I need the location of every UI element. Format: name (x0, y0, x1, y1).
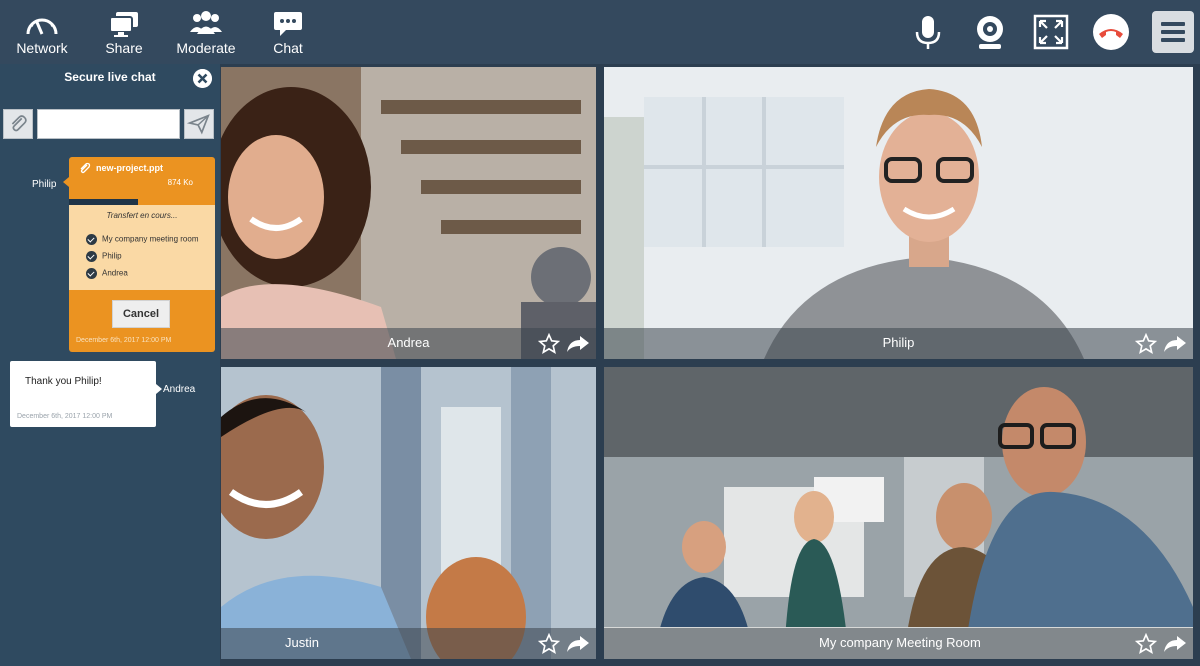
participant-video (221, 367, 596, 659)
recipient-item: My company meeting room (86, 234, 198, 245)
transfer-details: Transfert en cours... My company meeting… (69, 205, 215, 290)
message-timestamp: December 6th, 2017 12:00 PM (17, 413, 113, 420)
forward-arrow-icon[interactable] (1163, 334, 1187, 354)
chat-button[interactable]: Chat (263, 0, 313, 64)
send-icon (186, 114, 210, 135)
check-icon (86, 268, 97, 279)
message-sender: Andrea (163, 384, 196, 395)
paperclip-icon (11, 115, 27, 132)
top-toolbar: Network Share Moderate Chat (0, 0, 1200, 64)
message-sender: Philip (32, 179, 57, 190)
chat-bubble-icon (274, 12, 302, 36)
tile-caption: Philip (604, 328, 1193, 359)
star-icon[interactable] (1135, 333, 1157, 355)
network-label: Network (16, 40, 68, 56)
star-icon[interactable] (1135, 633, 1157, 655)
star-icon[interactable] (538, 633, 560, 655)
chat-panel: Secure live chat Philip new-project.ppt … (0, 64, 220, 666)
recipient-item: Andrea (86, 268, 128, 279)
users-group-icon (190, 11, 222, 34)
recipient-name: My company meeting room (102, 234, 199, 244)
chat-message: Thank you Philip! December 6th, 2017 12:… (10, 361, 162, 427)
file-size: 874 Ko (167, 178, 193, 187)
check-icon (86, 251, 97, 262)
share-label: Share (105, 40, 143, 56)
participant-name: Philip (882, 335, 915, 350)
message-timestamp: December 6th, 2017 12:00 PM (76, 337, 172, 344)
participant-video (604, 367, 1193, 659)
chat-message-input[interactable] (37, 109, 180, 139)
forward-arrow-icon[interactable] (566, 634, 590, 654)
share-button[interactable]: Share (98, 0, 150, 64)
transfer-status: Transfert en cours... (106, 211, 178, 220)
file-name: new-project.ppt (96, 163, 163, 173)
paperclip-icon (80, 162, 91, 174)
star-icon[interactable] (538, 333, 560, 355)
attach-file-button[interactable] (3, 109, 33, 139)
fullscreen-icon[interactable] (1031, 12, 1071, 52)
menu-button[interactable] (1152, 11, 1194, 53)
webcam-icon[interactable] (970, 12, 1010, 52)
file-header: new-project.ppt 874 Ko (63, 157, 215, 199)
participant-video (604, 67, 1193, 359)
moderate-label: Moderate (176, 40, 236, 56)
file-footer: Cancel December 6th, 2017 12:00 PM (69, 290, 215, 352)
screen-share-icon (109, 12, 138, 37)
forward-arrow-icon[interactable] (566, 334, 590, 354)
chat-label: Chat (273, 40, 303, 56)
video-tile-justin[interactable]: Justin (221, 367, 596, 659)
video-tile-philip[interactable]: Philip (604, 67, 1193, 359)
chat-title: Secure live chat (64, 70, 156, 84)
close-icon[interactable] (193, 69, 212, 88)
menu-icon (1161, 22, 1185, 26)
hang-up-icon[interactable] (1091, 12, 1131, 52)
recipient-name: Philip (102, 251, 122, 261)
moderate-button[interactable]: Moderate (174, 0, 238, 64)
send-button[interactable] (184, 109, 214, 139)
recipient-name: Andrea (102, 268, 128, 278)
check-icon (86, 234, 97, 245)
video-tile-andrea[interactable]: Andrea (221, 67, 596, 359)
cancel-transfer-button[interactable]: Cancel (112, 300, 170, 328)
recipient-item: Philip (86, 251, 122, 262)
video-tile-meeting-room[interactable]: My company Meeting Room (604, 367, 1193, 659)
tile-caption: Justin (221, 628, 596, 659)
tile-caption: My company Meeting Room (604, 628, 1193, 659)
participant-video (221, 67, 596, 359)
file-transfer-message: new-project.ppt 874 Ko Transfert en cour… (63, 157, 215, 352)
microphone-icon[interactable] (908, 12, 948, 52)
network-gauge-icon (26, 18, 58, 35)
message-text: Thank you Philip! (25, 376, 102, 387)
forward-arrow-icon[interactable] (1163, 634, 1187, 654)
network-button[interactable]: Network (12, 0, 72, 64)
tile-caption: Andrea (221, 328, 596, 359)
